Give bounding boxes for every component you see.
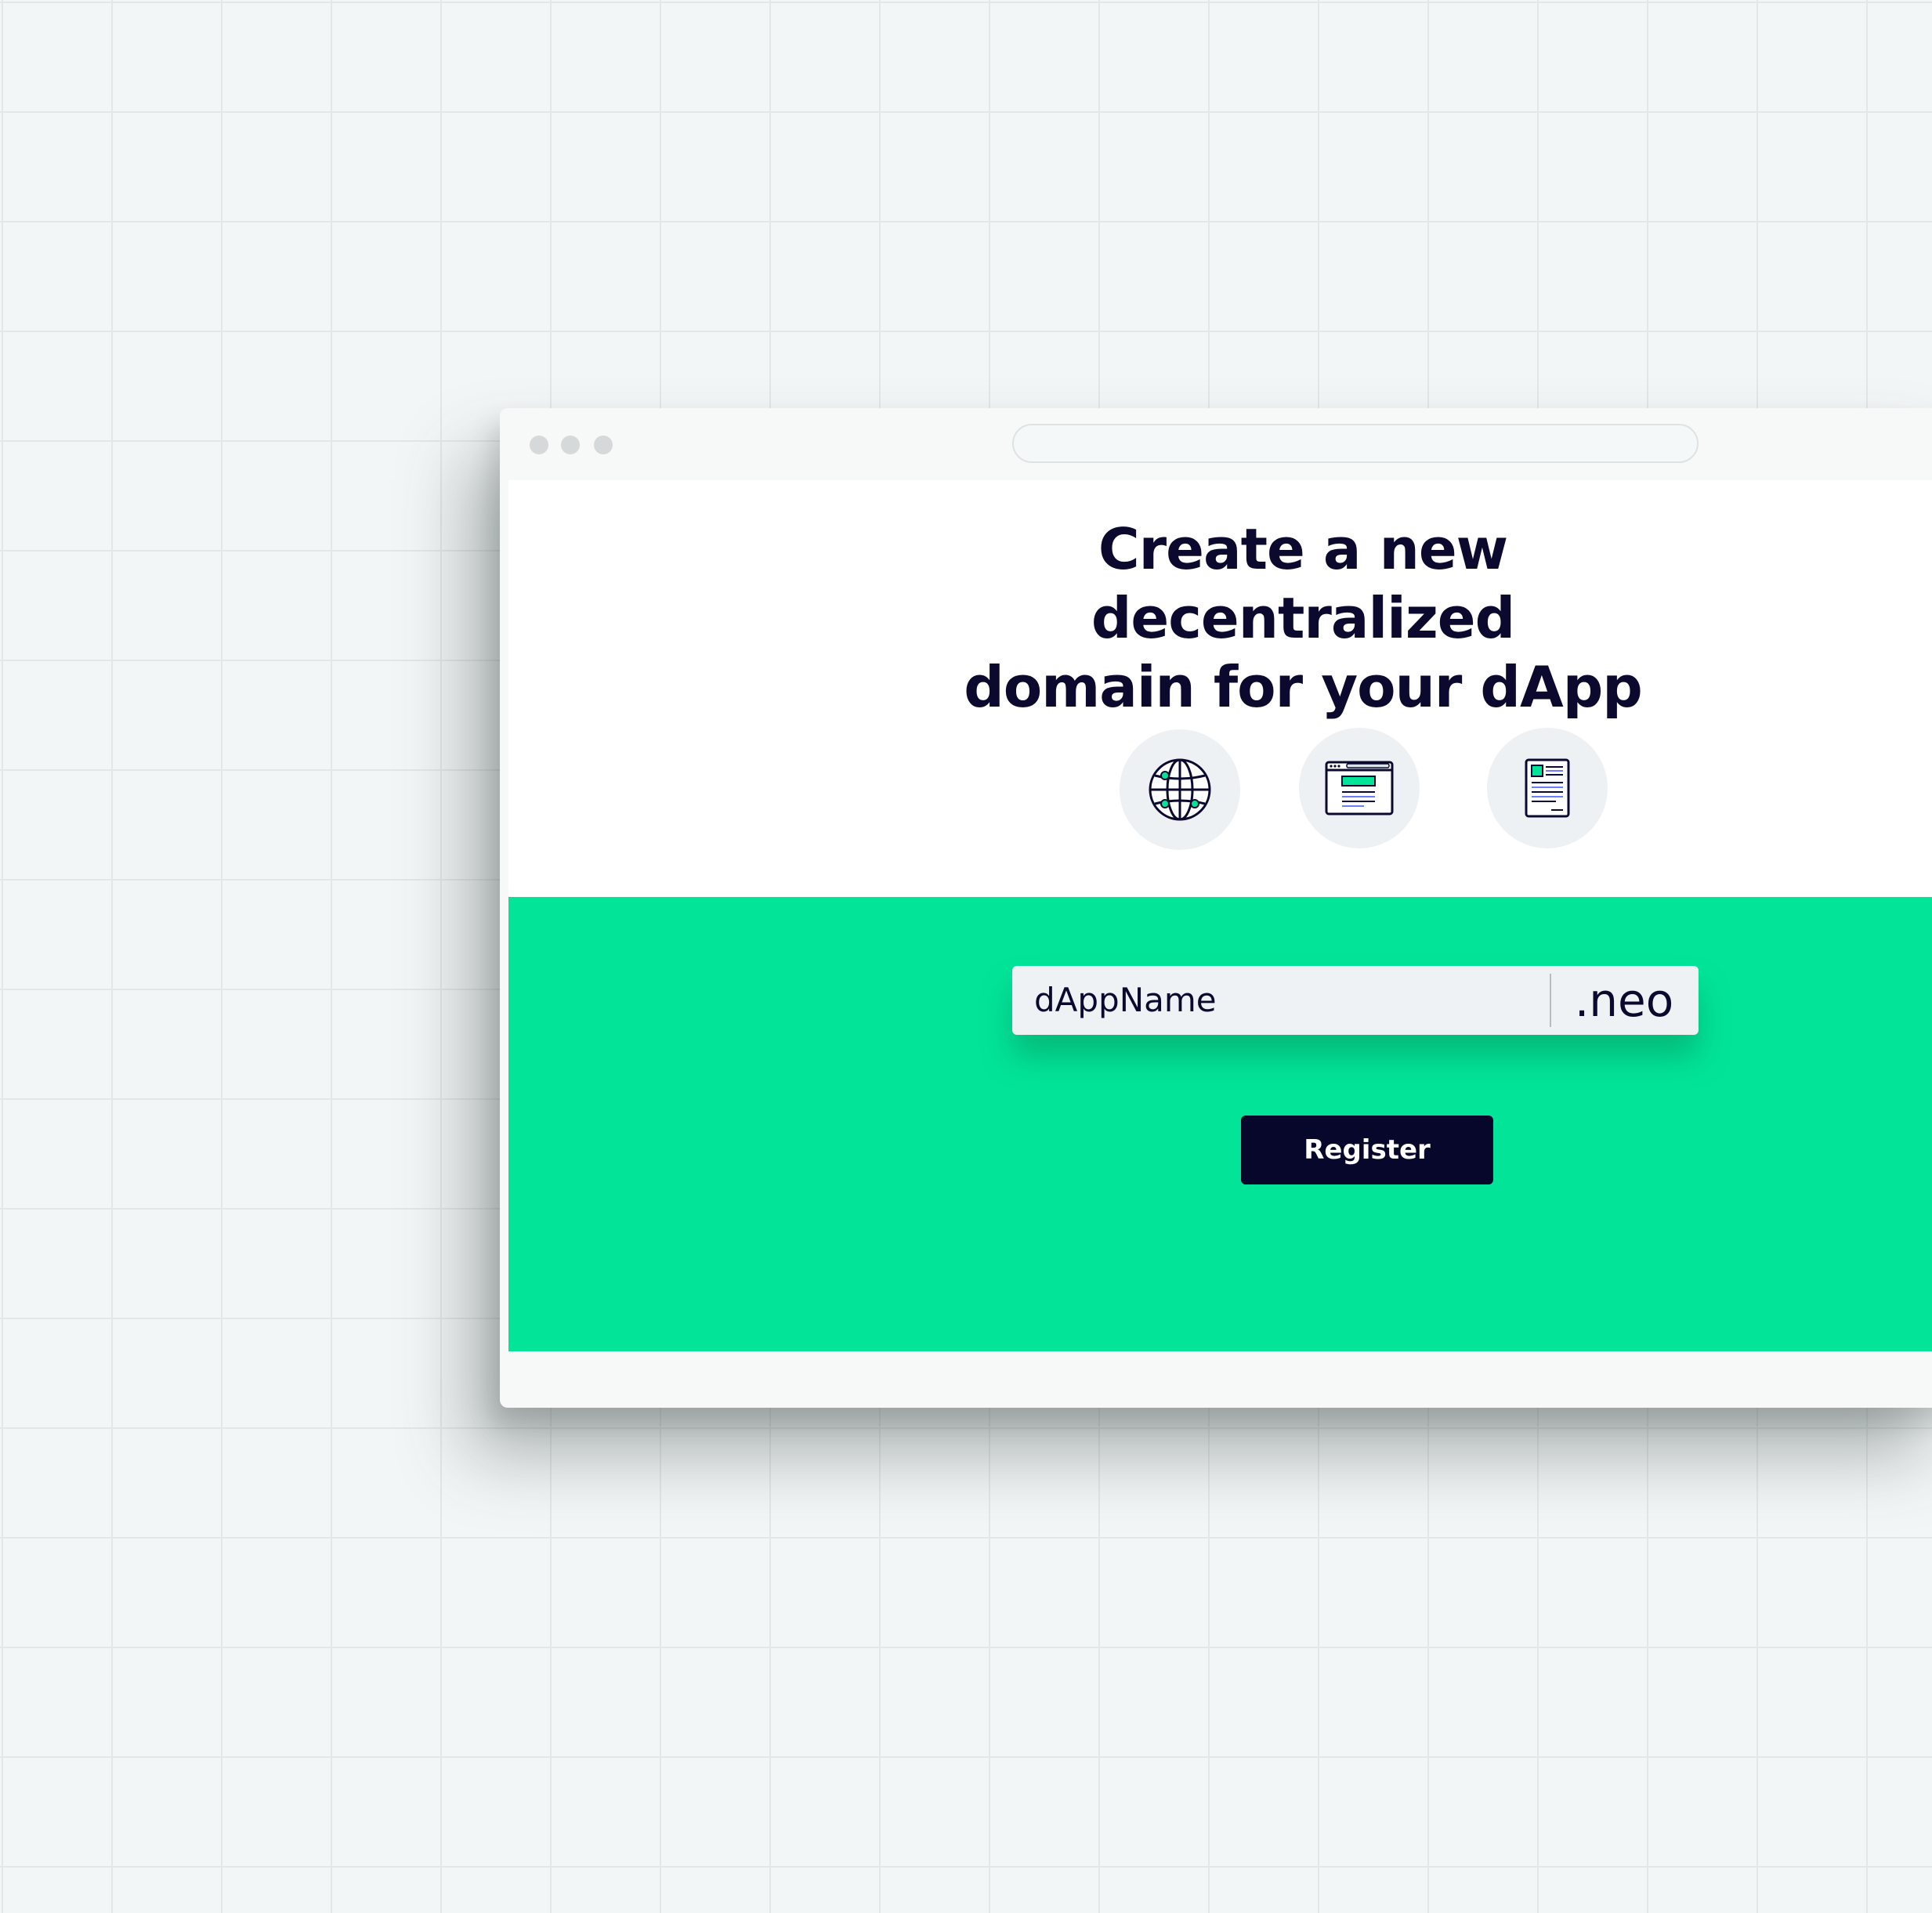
page-title-line-1: Create a new decentralized	[1091, 516, 1515, 651]
browser-window: Create a new decentralized domain for yo…	[500, 408, 1932, 1408]
document-icon-badge	[1487, 728, 1608, 848]
domain-tld-label: .neo	[1574, 974, 1674, 1027]
window-control-maximize[interactable]	[594, 436, 613, 454]
domain-name-field[interactable]: dAppName .neo	[1012, 966, 1699, 1035]
address-bar[interactable]	[1012, 424, 1699, 463]
browser-titlebar	[500, 408, 1932, 480]
globe-icon	[1149, 758, 1211, 821]
register-button[interactable]: Register	[1241, 1116, 1493, 1184]
window-control-minimize[interactable]	[561, 436, 580, 454]
page-footer-strip	[508, 1351, 1932, 1408]
webpage-icon	[1325, 761, 1394, 815]
window-control-close[interactable]	[530, 436, 548, 454]
register-section: dAppName .neo Register	[508, 897, 1932, 1351]
hero-section: Create a new decentralized domain for yo…	[508, 480, 1932, 897]
document-icon	[1525, 758, 1570, 818]
domain-name-value[interactable]: dAppName	[1034, 966, 1217, 1035]
webpage-icon-badge	[1299, 728, 1420, 848]
page-title: Create a new decentralized domain for yo…	[911, 515, 1695, 721]
globe-icon-badge	[1120, 729, 1240, 850]
field-divider	[1550, 974, 1551, 1027]
page-title-line-2: domain for your dApp	[964, 654, 1643, 720]
